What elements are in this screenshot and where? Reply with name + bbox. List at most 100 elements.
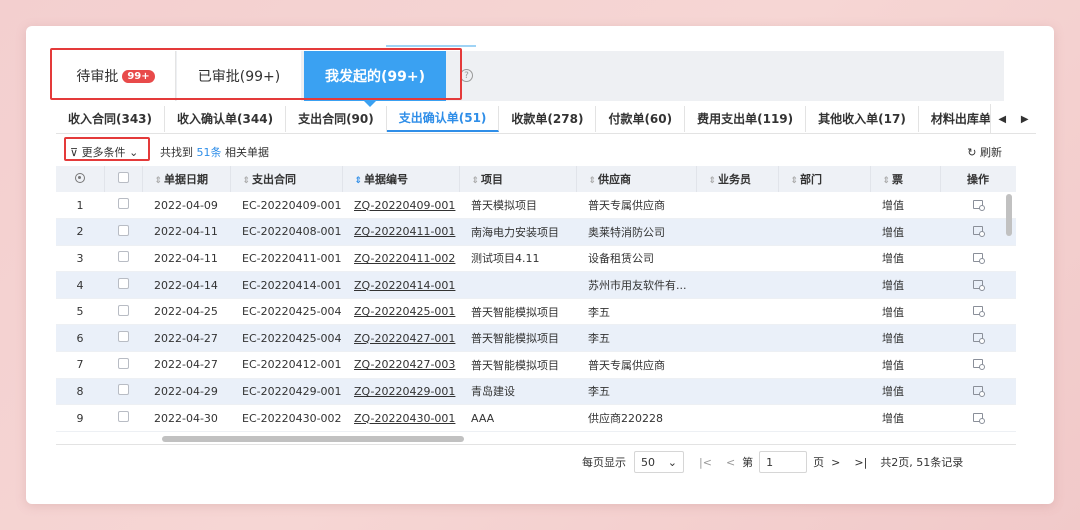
doc-tab-expense-confirmation[interactable]: 支出确认单(51) [386,105,500,132]
row-checkbox[interactable] [117,331,129,343]
column-header-code[interactable]: ⇕ 单据编号 [342,166,460,192]
vertical-scrollbar[interactable] [1006,194,1012,236]
per-page-select[interactable]: 50 ⌄ [634,451,684,473]
column-header-contract[interactable]: ⇕ 支出合同 [230,166,343,192]
view-document-icon[interactable] [973,199,985,211]
cell-invoice: 增值 [882,279,904,293]
view-document-icon[interactable] [973,359,985,371]
doc-tab-income-contract[interactable]: 收入合同(343) [56,105,166,132]
page-number-input[interactable]: 1 [759,451,808,473]
cell-department [778,272,870,299]
doc-tab-expense-contract[interactable]: 支出合同(90) [286,105,387,132]
sort-icon[interactable]: ⇕ [709,176,717,186]
cell-date: 2022-04-11 [154,225,218,239]
cell-date: 2022-04-09 [154,198,218,212]
column-header-invoice[interactable]: ⇕ 票 [870,166,941,192]
column-header-supplier[interactable]: ⇕ 供应商 [576,166,697,192]
cell-actions [940,352,1016,379]
view-document-icon[interactable] [973,332,985,344]
cell-invoice: 增值 [882,412,904,426]
view-document-icon[interactable] [973,412,985,424]
select-all-cell[interactable] [104,166,143,192]
cell-supplier: 李五 [588,385,610,399]
row-index: 6 [76,331,84,345]
view-document-icon[interactable] [973,306,985,318]
view-document-icon[interactable] [973,226,985,238]
next-page-icon[interactable]: > [831,456,840,469]
column-header-date[interactable]: ⇕ 单据日期 [142,166,231,192]
cell-code-link[interactable]: ZQ-20220427-003 [342,352,459,379]
refresh-button[interactable]: ↻ 刷新 [967,144,1002,160]
cell-salesperson [696,219,778,246]
sort-icon[interactable]: ⇕ [791,176,799,186]
column-header-department[interactable]: ⇕ 部门 [778,166,871,192]
cell-salesperson [696,192,778,219]
column-settings-cell[interactable] [56,166,105,192]
sort-icon[interactable]: ⇕ [155,176,163,186]
cell-code-link[interactable]: ZQ-20220411-002 [342,245,459,272]
table-row[interactable]: 1 2022-04-09 EC-20220409-001 ZQ-20220409-00… [56,192,1016,219]
column-header-project[interactable]: ⇕ 项目 [459,166,577,192]
sort-icon[interactable]: ⇕ [472,176,480,186]
cell-department [778,325,870,352]
view-document-icon[interactable] [973,252,985,264]
row-checkbox[interactable] [117,357,129,369]
found-count: 51条 [196,146,222,159]
cell-supplier: 奥莱特消防公司 [588,225,665,239]
last-page-icon[interactable]: >| [854,456,867,469]
sort-icon[interactable]: ⇕ [589,176,597,186]
cell-project: 测试项目4.11 [471,252,540,266]
row-checkbox[interactable] [117,198,129,210]
row-checkbox[interactable] [117,304,129,316]
prev-page-icon[interactable]: < [726,456,735,469]
cell-code-link[interactable]: ZQ-20220411-001 [342,219,459,246]
cell-code-link[interactable]: ZQ-20220430-001 [342,405,459,432]
doc-tab-other-income[interactable]: 其他收入单(17) [806,105,919,132]
column-header-salesperson[interactable]: ⇕ 业务员 [696,166,779,192]
row-checkbox[interactable] [117,384,129,396]
cell-supplier: 设备租赁公司 [588,252,654,266]
cell-code-link[interactable]: ZQ-20220425-001 [342,298,459,325]
table-row[interactable]: 7 2022-04-27 EC-20220412-001 ZQ-20220427-00… [56,352,1016,379]
cell-contract: EC-20220425-004 [242,305,342,319]
table-row[interactable]: 5 2022-04-25 EC-20220425-004 ZQ-20220425-00… [56,298,1016,325]
cell-code-link[interactable]: ZQ-20220414-001 [342,272,459,299]
doc-tab-income-confirmation[interactable]: 收入确认单(344) [165,105,287,132]
cell-department [778,192,870,219]
found-prefix: 共找到 [160,146,193,159]
row-checkbox[interactable] [117,224,129,236]
cell-code-link[interactable]: ZQ-20220409-001 [342,192,459,219]
sort-icon[interactable]: ⇕ [243,176,251,186]
first-page-icon[interactable]: |< [699,456,712,469]
sort-icon[interactable]: ⇕ [883,176,891,186]
horizontal-scrollbar[interactable] [162,436,464,442]
tab-scroll-right-icon[interactable]: ▶ [1021,114,1029,125]
row-checkbox[interactable] [117,411,129,423]
row-checkbox-cell [104,219,142,246]
page-suffix: 页 [813,456,825,469]
view-document-icon[interactable] [973,385,985,397]
sort-ascending-icon[interactable]: ⇕ [355,176,363,186]
table-row[interactable]: 9 2022-04-30 EC-20220430-002 ZQ-20220430-00… [56,405,1016,432]
cell-code-link[interactable]: ZQ-20220429-001 [342,378,459,405]
doc-tab-payment[interactable]: 付款单(60) [596,105,686,132]
doc-tab-receipt[interactable]: 收款单(278) [499,105,597,132]
view-document-icon[interactable] [973,279,985,291]
gear-icon[interactable] [74,172,85,183]
select-all-checkbox[interactable] [117,172,129,183]
table-row[interactable]: 8 2022-04-29 EC-20220429-001 ZQ-20220429-00… [56,378,1016,405]
tab-scroll-left-icon[interactable]: ◀ [998,114,1006,125]
table-row[interactable]: 3 2022-04-11 EC-20220411-001 ZQ-20220411-00… [56,245,1016,272]
cell-contract: EC-20220425-004 [242,331,342,345]
row-checkbox[interactable] [117,278,129,290]
row-checkbox[interactable] [117,251,129,263]
table-row[interactable]: 4 2022-04-14 EC-20220414-001 ZQ-20220414-00… [56,271,1016,299]
chevron-down-icon: ⌄ [667,455,677,469]
row-index: 9 [76,411,84,425]
table-row[interactable]: 2 2022-04-11 EC-20220408-001 ZQ-20220411-00… [56,218,1016,246]
doc-tab-expense-expenditure[interactable]: 费用支出单(119) [685,105,807,132]
cell-department [778,219,870,246]
cell-date: 2022-04-11 [154,251,218,265]
table-row[interactable]: 6 2022-04-27 EC-20220425-004 ZQ-20220427-00… [56,324,1016,352]
cell-code-link[interactable]: ZQ-20220427-001 [342,325,459,352]
